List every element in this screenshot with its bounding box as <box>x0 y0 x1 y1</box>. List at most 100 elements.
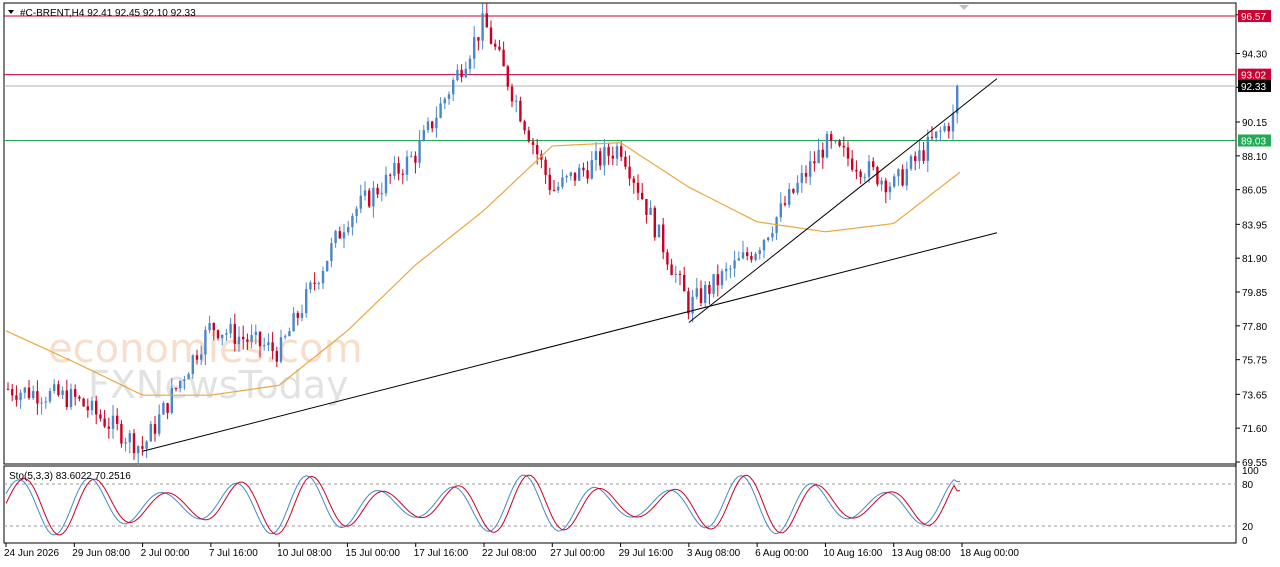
candle-body <box>57 384 60 396</box>
candle-body <box>531 141 535 145</box>
candle-body <box>876 167 879 185</box>
candle-body <box>863 176 866 178</box>
candle-body <box>590 160 593 179</box>
time-tick-label: 10 Aug 16:00 <box>823 548 882 559</box>
candle-body <box>288 331 291 337</box>
candle-body <box>649 207 652 215</box>
candle-body <box>6 388 10 390</box>
candle-body <box>561 177 564 187</box>
candle-body <box>473 37 476 59</box>
candle-body <box>153 424 157 434</box>
candle-body <box>342 232 346 239</box>
candle-body <box>666 252 669 265</box>
candle-body <box>183 379 186 381</box>
candle-body <box>565 175 568 178</box>
price-tick-label: 71.60 <box>1242 424 1267 435</box>
candle-body <box>99 414 102 419</box>
candle-body <box>414 155 417 163</box>
price-badge-label: 92.33 <box>1241 82 1266 93</box>
candle-body <box>405 156 409 175</box>
candle-body <box>573 172 577 181</box>
candle-body <box>708 284 711 294</box>
candle-body <box>120 423 123 444</box>
candle-body <box>851 158 854 170</box>
candle-body <box>334 231 337 244</box>
candle-body <box>481 13 484 41</box>
stoch-tick-label: 80 <box>1242 480 1254 491</box>
candle-body <box>170 388 173 413</box>
candle-body <box>922 150 925 161</box>
time-tick-label: 29 Jun 08:00 <box>72 548 130 559</box>
candle-body <box>645 199 648 215</box>
stoch-tick-label: 0 <box>1242 536 1248 547</box>
candle-body <box>905 168 908 186</box>
candle-body <box>796 182 799 193</box>
candle-body <box>620 146 623 157</box>
candle-body <box>741 252 745 259</box>
candle-body <box>107 426 110 429</box>
candle-body <box>124 442 127 444</box>
candle-body <box>158 414 161 434</box>
candle-body <box>187 374 190 380</box>
time-tick-label: 27 Jul 00:00 <box>550 548 605 559</box>
candle-body <box>767 237 770 241</box>
candle-body <box>914 156 917 161</box>
candle-body <box>435 117 438 129</box>
time-tick-label: 6 Aug 00:00 <box>755 548 809 559</box>
time-tick-label: 15 Jul 00:00 <box>345 548 400 559</box>
candle-body <box>363 190 367 196</box>
candle-body <box>271 342 274 352</box>
candle-body <box>897 169 900 177</box>
candle-body <box>116 415 119 424</box>
candle-body <box>494 43 497 47</box>
candle-body <box>901 169 904 186</box>
candle-body <box>410 155 413 157</box>
time-tick-label: 13 Aug 08:00 <box>892 548 951 559</box>
candle-body <box>78 396 81 399</box>
time-tick-label: 2 Jul 00:00 <box>141 548 190 559</box>
candle-body <box>632 178 635 183</box>
candle-body <box>712 274 715 294</box>
price-tick-label: 77.80 <box>1242 322 1267 333</box>
candle-body <box>355 208 358 216</box>
candle-body <box>695 288 698 297</box>
candle-body <box>771 233 774 238</box>
candle-body <box>867 161 871 177</box>
candle-body <box>111 415 115 429</box>
candle-body <box>321 271 325 284</box>
candle-body <box>443 98 446 104</box>
candle-body <box>82 398 85 407</box>
candle-body <box>393 163 396 176</box>
candle-body <box>926 136 929 161</box>
candle-body <box>527 130 530 142</box>
candle-body <box>670 264 673 275</box>
candle-body <box>788 189 791 205</box>
candle-body <box>628 166 631 179</box>
time-tick-label: 3 Aug 08:00 <box>687 548 741 559</box>
candle-body <box>237 336 241 344</box>
candle-body <box>225 333 228 335</box>
candle-body <box>657 224 661 238</box>
stochastic-plot-frame <box>3 465 1237 544</box>
candle-body <box>506 66 509 87</box>
candle-body <box>716 274 719 286</box>
price-tick-label: 75.75 <box>1242 356 1267 367</box>
candle-body <box>40 402 43 404</box>
candle-body <box>65 390 68 408</box>
candle-body <box>15 395 18 400</box>
candle-body <box>368 190 371 207</box>
price-tick-label: 81.90 <box>1242 254 1267 265</box>
candle-body <box>460 69 463 78</box>
triangle-down-icon[interactable] <box>8 10 14 14</box>
price-tick-label: 94.30 <box>1242 50 1267 61</box>
candle-body <box>872 161 875 168</box>
candle-body <box>258 331 262 347</box>
chart-canvas[interactable]: economies.com FXNewsToday 96.6594.3092.2… <box>0 0 1280 567</box>
candle-body <box>678 273 682 275</box>
candle-body <box>699 288 703 303</box>
chart-shift-marker-icon[interactable] <box>959 5 969 10</box>
candle-body <box>947 126 950 132</box>
candle-body <box>141 446 144 449</box>
stochastic-label: Sto(5,3,3) 83.6022 70.2516 <box>9 471 131 482</box>
price-tick-label: 79.85 <box>1242 288 1267 299</box>
